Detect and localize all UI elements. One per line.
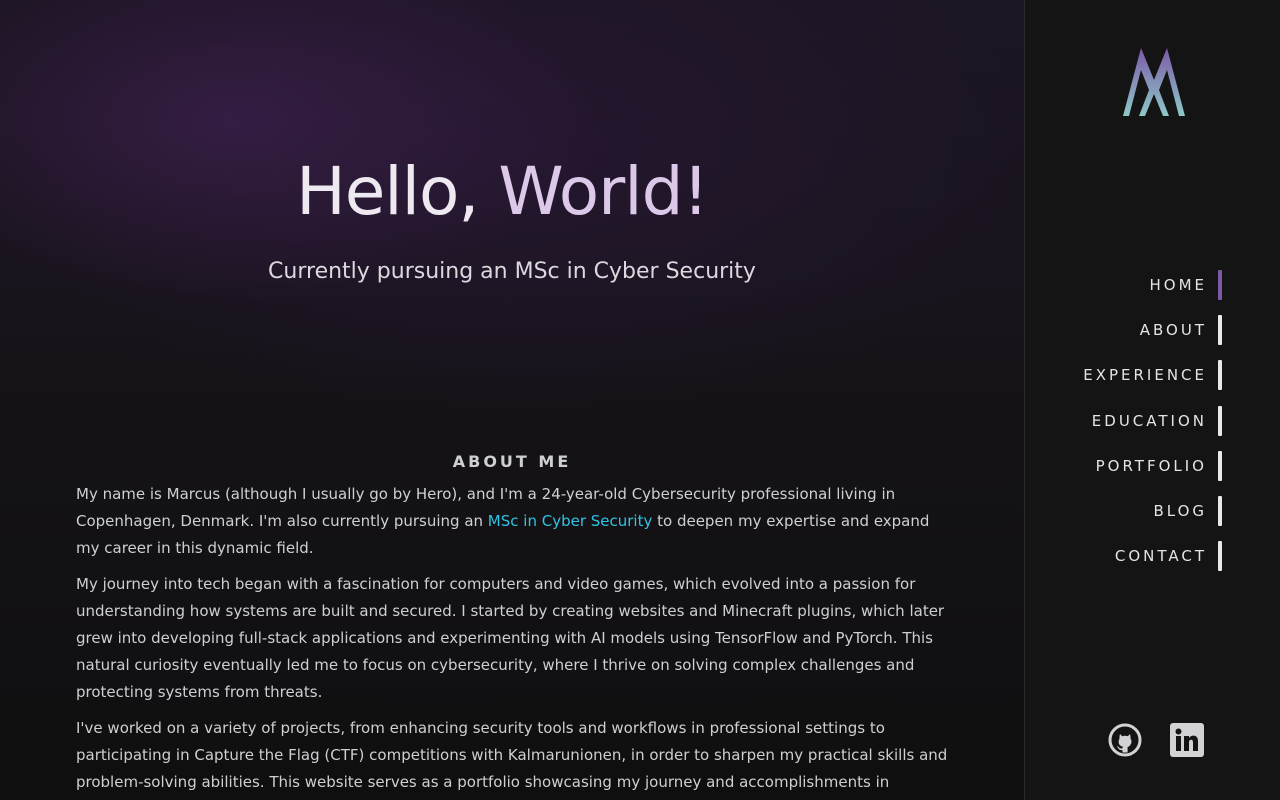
nav-indicator-bar [1218,450,1222,481]
about-body: My name is Marcus (although I usually go… [76,481,952,800]
nav-indicator-bar [1218,405,1222,436]
nav-item-label: BLOG [1153,501,1207,520]
nav-indicator-bar [1218,360,1222,391]
nav-indicator-bar [1218,495,1222,526]
nav-item-label: EXPERIENCE [1083,366,1207,385]
msc-link[interactable]: MSc in Cyber Security [488,512,653,530]
nav-menu: HOME ABOUT EXPERIENCE EDUCATION PORTFOLI… [1083,270,1222,586]
nav-item-about[interactable]: ABOUT [1083,315,1222,346]
about-paragraph-2: My journey into tech began with a fascin… [76,575,945,701]
nav-item-label: CONTACT [1114,547,1207,566]
nav-indicator-bar [1218,270,1222,300]
about-paragraph-1: My name is Marcus (although I usually go… [76,481,952,562]
hero-title-part2: World! [478,153,709,230]
github-icon[interactable] [1107,722,1143,758]
nav-item-education[interactable]: EDUCATION [1083,405,1222,436]
nav-item-label: EDUCATION [1091,411,1207,430]
nav-item-blog[interactable]: BLOG [1083,495,1222,526]
nav-item-label: ABOUT [1139,321,1207,340]
nav-item-portfolio[interactable]: PORTFOLIO [1083,450,1222,481]
nav-indicator-bar [1218,315,1222,346]
nav-indicator-bar [1218,541,1222,572]
about-heading: ABOUT ME [452,452,572,471]
nav-item-label: PORTFOLIO [1095,456,1207,475]
hero-subtitle: Currently pursuing an MSc in Cyber Secur… [268,259,756,284]
nav-item-label: HOME [1149,276,1207,294]
nav-item-contact[interactable]: CONTACT [1083,541,1222,572]
hero-title: Hello, World! [0,152,1004,232]
sidebar: HOME ABOUT EXPERIENCE EDUCATION PORTFOLI… [1024,0,1280,800]
social-links [1107,722,1205,758]
linkedin-icon[interactable] [1169,722,1205,758]
main-content: Hello, World! Currently pursuing an MSc … [0,0,1024,800]
hero-title-part1: Hello, [296,153,479,230]
nav-item-home[interactable]: HOME [1083,270,1222,300]
about-paragraph-3: I've worked on a variety of projects, fr… [76,719,948,791]
logo-icon[interactable] [1121,44,1187,116]
nav-item-experience[interactable]: EXPERIENCE [1083,360,1222,391]
